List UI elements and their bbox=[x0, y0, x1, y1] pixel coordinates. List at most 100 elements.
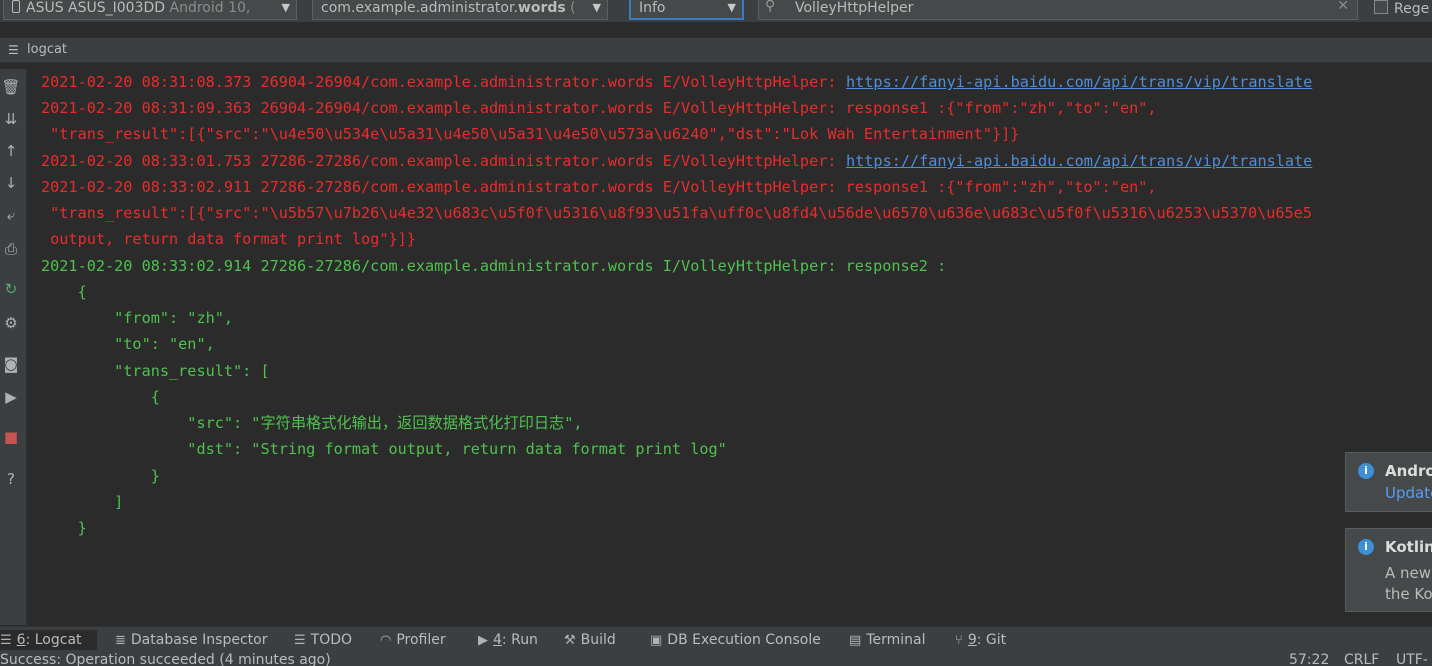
gear-icon[interactable]: ⚙ bbox=[0, 313, 22, 333]
search-input[interactable]: ⚲ VolleyHttpHelper ✕ bbox=[758, 0, 1358, 20]
log-url-link[interactable]: https://fanyi-api.baidu.com/api/trans/vi… bbox=[846, 72, 1312, 92]
log-line: "to": "en", bbox=[41, 335, 215, 353]
tab-label: : Git bbox=[976, 632, 1007, 648]
tab-label: DB Execution Console bbox=[667, 632, 821, 648]
tab-mnemonic: 6 bbox=[16, 632, 26, 648]
tab-label: TODO bbox=[310, 632, 353, 648]
panel-title: logcat bbox=[27, 42, 68, 57]
clear-icon[interactable]: ✕ bbox=[1337, 0, 1349, 14]
chevron-down-icon: ▼ bbox=[727, 1, 736, 14]
log-line: output, return data format print log"}]} bbox=[41, 230, 416, 248]
info-icon: i bbox=[1358, 463, 1374, 479]
notification-body: the Ko bbox=[1385, 585, 1432, 603]
tab-label: Build bbox=[580, 632, 616, 648]
phone-icon bbox=[12, 0, 20, 13]
tab-mnemonic: 4 bbox=[493, 632, 502, 648]
status-message: Success: Operation succeeded (4 minutes … bbox=[0, 652, 331, 666]
clear-logcat-icon[interactable]: 🗑 bbox=[0, 77, 22, 97]
tab-mnemonic: 9 bbox=[967, 632, 977, 648]
tab-label: Profiler bbox=[396, 632, 446, 648]
log-line: "from": "zh", bbox=[41, 309, 234, 327]
chevron-down-icon: ▼ bbox=[281, 1, 290, 14]
soft-wrap-icon[interactable]: ⤶ bbox=[0, 205, 22, 225]
device-os: Android 10, bbox=[169, 0, 251, 16]
log-line: } bbox=[41, 467, 160, 485]
line-ending[interactable]: CRLF bbox=[1344, 652, 1379, 666]
console-icon: ▣ bbox=[650, 633, 663, 648]
video-icon[interactable]: ▶ bbox=[0, 387, 22, 407]
tab-label: : Run bbox=[501, 632, 538, 648]
log-url-link[interactable]: https://fanyi-api.baidu.com/api/trans/vi… bbox=[846, 151, 1312, 171]
camera-icon[interactable]: ◙ bbox=[0, 354, 22, 374]
log-line: "src": "字符串格式化输出，返回数据格式化打印日志", bbox=[41, 414, 583, 432]
database-icon: ≣ bbox=[115, 633, 126, 648]
tab-label: : Logcat bbox=[25, 632, 82, 648]
device-name: ASUS ASUS_I003DD bbox=[26, 0, 166, 16]
log-line: ] bbox=[41, 493, 124, 511]
arrow-down-icon[interactable]: ↓ bbox=[0, 173, 22, 193]
regex-label: Rege bbox=[1394, 1, 1430, 17]
lines-icon: ☰ bbox=[0, 633, 12, 648]
chevron-down-icon: ▼ bbox=[592, 1, 601, 14]
log-line: } bbox=[41, 519, 87, 537]
tool-window-bar: ☰ 6: Logcat ≣ Database Inspector ☰ TODO ◠ Pr… bbox=[0, 626, 1432, 652]
info-icon: i bbox=[1358, 539, 1374, 555]
device-selector[interactable]: ASUS ASUS_I003DD Android 10, ▼ bbox=[3, 0, 297, 20]
notification-link[interactable]: Update bbox=[1385, 484, 1432, 502]
notification-body: A new bbox=[1385, 564, 1432, 582]
logcat-side-toolbar: 🗑 ⇊ ↑ ↓ ⤶ ⎙ ↻ ⚙ ◙ ▶ ■ ? bbox=[0, 69, 27, 625]
logcat-title-bar: ☰ logcat bbox=[0, 38, 1432, 63]
regex-checkbox[interactable]: Rege bbox=[1374, 0, 1429, 17]
log-line: { bbox=[41, 388, 160, 406]
process-prefix: com.example.administrator. bbox=[321, 0, 518, 16]
tab-label: Terminal bbox=[866, 632, 926, 648]
hammer-icon: ⚒ bbox=[564, 633, 576, 648]
checkbox-icon bbox=[1374, 0, 1388, 14]
caret-position[interactable]: 57:22 bbox=[1289, 652, 1329, 666]
tab-todo[interactable]: ☰ TODO bbox=[294, 630, 352, 650]
log-line: "trans_result":[{"src":"\u4e50\u534e\u5a… bbox=[41, 125, 1020, 143]
branch-icon: ⑂ bbox=[955, 633, 963, 648]
logcat-output[interactable]: 2021-02-20 08:31:08.373 26904-26904/com.… bbox=[27, 69, 1432, 625]
log-line: 2021-02-20 08:33:01.753 27286-27286/com.… bbox=[41, 152, 846, 170]
terminal-icon: ▤ bbox=[849, 633, 862, 648]
restart-icon[interactable]: ↻ bbox=[0, 279, 22, 299]
process-name: words bbox=[517, 0, 566, 16]
lines-icon: ☰ bbox=[8, 43, 19, 57]
arrow-up-icon[interactable]: ↑ bbox=[0, 141, 22, 161]
log-level-selector[interactable]: Info ▼ bbox=[629, 0, 744, 20]
stop-icon[interactable]: ■ bbox=[0, 427, 22, 447]
tab-run[interactable]: ▶ 4: Run bbox=[478, 630, 538, 650]
tab-logcat[interactable]: ☰ 6: Logcat bbox=[0, 630, 97, 650]
tab-terminal[interactable]: ▤ Terminal bbox=[849, 630, 925, 650]
log-line: "dst": "String format output, return dat… bbox=[41, 440, 727, 458]
process-selector[interactable]: com.example.administrator.words ( ▼ bbox=[312, 0, 608, 20]
notification-title: Kotlin bbox=[1385, 538, 1432, 556]
log-line: 2021-02-20 08:33:02.911 27286-27286/com.… bbox=[41, 178, 1157, 196]
notification-android[interactable]: i Andro Update bbox=[1345, 452, 1432, 512]
scroll-to-end-icon[interactable]: ⇊ bbox=[0, 109, 22, 129]
tab-git[interactable]: ⑂ 9: Git bbox=[955, 630, 1006, 650]
logcat-toolbar: ASUS ASUS_I003DD Android 10, ▼ com.examp… bbox=[0, 0, 1432, 22]
gauge-icon: ◠ bbox=[380, 633, 392, 648]
log-level-value: Info bbox=[639, 0, 666, 16]
log-line: "trans_result":[{"src":"\u5b57\u7b26\u4e… bbox=[41, 204, 1312, 222]
tab-db-execution-console[interactable]: ▣ DB Execution Console bbox=[650, 630, 821, 650]
log-line: 2021-02-20 08:31:09.363 26904-26904/com.… bbox=[41, 99, 1157, 117]
tab-profiler[interactable]: ◠ Profiler bbox=[380, 630, 446, 650]
play-icon: ▶ bbox=[478, 633, 488, 648]
list-icon: ☰ bbox=[294, 633, 306, 648]
status-bar: Success: Operation succeeded (4 minutes … bbox=[0, 652, 1432, 666]
tab-build[interactable]: ⚒ Build bbox=[564, 630, 616, 650]
process-suffix: ( bbox=[565, 0, 576, 16]
search-value: VolleyHttpHelper bbox=[795, 0, 914, 16]
print-icon[interactable]: ⎙ bbox=[0, 239, 22, 259]
log-line: "trans_result": [ bbox=[41, 362, 270, 380]
log-line: 2021-02-20 08:31:08.373 26904-26904/com.… bbox=[41, 73, 846, 91]
search-icon: ⚲ bbox=[765, 0, 776, 14]
tab-database-inspector[interactable]: ≣ Database Inspector bbox=[115, 630, 267, 650]
notification-kotlin[interactable]: i Kotlin A new the Ko bbox=[1345, 528, 1432, 612]
help-icon[interactable]: ? bbox=[0, 469, 22, 489]
file-encoding[interactable]: UTF- bbox=[1396, 652, 1428, 666]
tab-label: Database Inspector bbox=[130, 632, 268, 648]
